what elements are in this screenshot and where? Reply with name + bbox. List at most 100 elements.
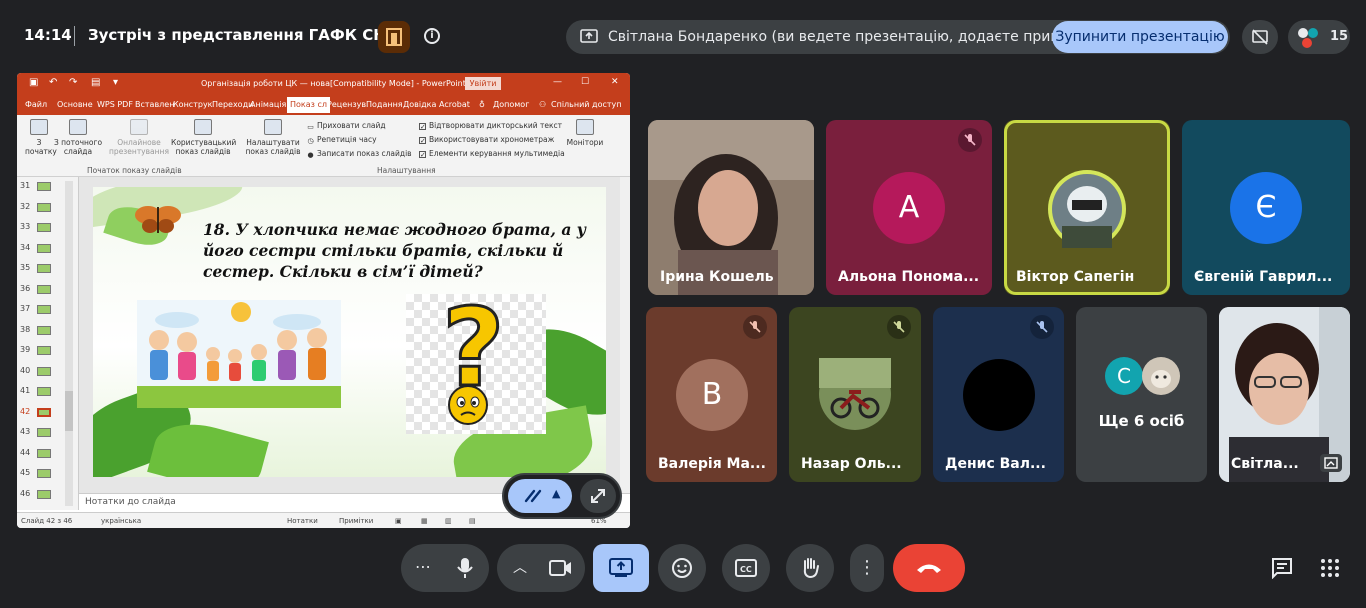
- hide-slide-button[interactable]: ▭ Приховати слайд: [307, 121, 385, 131]
- participant-tile[interactable]: Є Євгеній Гаврил...: [1182, 120, 1350, 295]
- slide-thumbnail[interactable]: [37, 469, 51, 478]
- slide-thumbnail[interactable]: [37, 305, 51, 314]
- from-beginning-button[interactable]: З початку: [25, 119, 57, 156]
- picture-in-picture-icon[interactable]: [1320, 454, 1342, 472]
- undo-icon[interactable]: ↶: [49, 77, 57, 88]
- participants-button[interactable]: 15: [1288, 20, 1350, 54]
- play-narrations-checkbox[interactable]: ✓ Відтворювати дикторський текст: [419, 121, 562, 131]
- sorter-view-icon[interactable]: ▦: [421, 517, 428, 525]
- participant-tile[interactable]: А Альона Пономa...: [826, 120, 992, 295]
- raise-hand-button[interactable]: [786, 544, 834, 592]
- tab-design[interactable]: Конструк: [173, 100, 213, 109]
- save-icon[interactable]: ▣: [29, 77, 38, 88]
- minimize-icon[interactable]: —: [553, 77, 562, 87]
- tab-share[interactable]: Спільний доступ: [551, 100, 622, 109]
- slide-thumbnail[interactable]: [37, 223, 51, 232]
- tab-slide-show[interactable]: Показ сл: [287, 97, 330, 113]
- close-icon[interactable]: ✕: [611, 77, 619, 87]
- reactions-button[interactable]: [658, 544, 706, 592]
- apps-grid-icon[interactable]: [1316, 554, 1344, 582]
- captions-button[interactable]: CC: [722, 544, 770, 592]
- maximize-icon[interactable]: ☐: [581, 77, 589, 87]
- login-button[interactable]: Увійти: [465, 77, 501, 90]
- more-participants-tile[interactable]: С Ще 6 осіб: [1076, 307, 1207, 482]
- info-icon[interactable]: i: [424, 28, 440, 44]
- tab-transitions[interactable]: Переходи: [212, 100, 253, 109]
- camera-icon[interactable]: [549, 558, 573, 578]
- shared-powerpoint-window[interactable]: ▣ ↶ ↷ ▤ ▾ Організація роботи ЦК — нова[C…: [17, 73, 630, 528]
- closed-captions-icon: CC: [735, 559, 757, 577]
- slide-thumbnail[interactable]: [37, 448, 51, 458]
- present-icon[interactable]: ▤: [91, 77, 100, 88]
- mic-off-icon: [958, 128, 982, 152]
- chevron-up-icon[interactable]: ︿: [513, 557, 527, 577]
- slide-thumbnail[interactable]: [37, 182, 51, 191]
- more-options-button[interactable]: ⋮: [850, 544, 884, 592]
- participant-name: Ірина Кошель: [660, 269, 774, 285]
- tab-home[interactable]: Основне: [57, 100, 93, 109]
- normal-view-icon[interactable]: ▣: [395, 517, 402, 525]
- present-screen-icon: [609, 558, 633, 577]
- slide-thumbnail[interactable]: [37, 284, 51, 294]
- participant-tile[interactable]: В Валерія Ма...: [646, 307, 777, 482]
- slide-thumbnail[interactable]: [37, 489, 51, 499]
- tab-review[interactable]: Рецензув: [327, 100, 366, 109]
- redo-icon[interactable]: ↷: [69, 77, 77, 88]
- monitors-button[interactable]: Монітори: [565, 119, 605, 147]
- expand-presentation-button[interactable]: [580, 479, 616, 513]
- record-slide-show-button[interactable]: ● Записати показ слайдів: [307, 149, 411, 159]
- comments-toggle[interactable]: Примітки: [339, 517, 373, 525]
- annotation-tool-button[interactable]: ▲: [508, 479, 572, 513]
- customize-icon[interactable]: ▾: [113, 77, 118, 88]
- scrollbar-handle[interactable]: [65, 391, 73, 431]
- tab-acrobat[interactable]: Acrobat: [439, 100, 470, 109]
- avatar: В: [676, 359, 748, 431]
- notes-toggle[interactable]: Нотатки: [287, 517, 318, 525]
- avatar: [963, 359, 1035, 431]
- from-current-slide-button[interactable]: З поточного слайда: [53, 119, 103, 156]
- slide-thumbnail[interactable]: [37, 407, 51, 417]
- slide-editor[interactable]: 18. У хлопчика немає жодного брата, а у …: [79, 177, 630, 493]
- rehearse-timings-button[interactable]: ◷ Репетиція часу: [307, 135, 376, 145]
- tab-animations[interactable]: Анімація: [250, 100, 286, 109]
- present-online-button[interactable]: Онлайнове презентування: [107, 119, 171, 156]
- current-slide[interactable]: 18. У хлопчика немає жодного брата, а у …: [93, 187, 606, 477]
- chat-icon[interactable]: [1268, 554, 1296, 582]
- thumbnails-scrollbar[interactable]: [65, 181, 73, 506]
- present-now-button[interactable]: [593, 544, 649, 592]
- slide-thumbnail[interactable]: [37, 346, 51, 355]
- leave-call-button[interactable]: [893, 544, 965, 592]
- tab-help[interactable]: Довідка: [403, 100, 436, 109]
- hand-off-icon[interactable]: [1242, 20, 1278, 54]
- slide-thumbnail-number: 32: [20, 201, 31, 211]
- stop-presenting-button[interactable]: Зупинити презентацію: [1052, 21, 1228, 53]
- participant-tile[interactable]: Ірина Кошель: [648, 120, 814, 295]
- tab-insert[interactable]: Вставлен: [135, 100, 174, 109]
- slide-thumbnails: 31 32 33 34 35 36 37 38 39 40 41 42 43 44 45 46: [17, 177, 79, 510]
- slide-thumbnail[interactable]: [37, 387, 51, 396]
- setup-slide-show-button[interactable]: Налаштувати показ слайдів: [243, 119, 303, 156]
- custom-slide-show-button[interactable]: Користувацький показ слайдів: [171, 119, 236, 156]
- slideshow-view-icon[interactable]: ▤: [469, 517, 476, 525]
- participant-tile[interactable]: Віктор Сапегін: [1004, 120, 1170, 295]
- slide-thumbnail[interactable]: [37, 202, 51, 212]
- more-audio-options-icon[interactable]: ⋯: [415, 557, 431, 576]
- slide-thumbnail[interactable]: [37, 325, 51, 335]
- tab-tell-me[interactable]: Допомог: [493, 100, 529, 109]
- slide-thumbnail[interactable]: [37, 243, 51, 253]
- media-controls-checkbox[interactable]: ✓ Елементи керування мультимедіа: [419, 149, 565, 159]
- reading-view-icon[interactable]: ▥: [445, 517, 452, 525]
- slide-thumbnail[interactable]: [37, 428, 51, 437]
- participant-tile[interactable]: Назар Оль...: [789, 307, 921, 482]
- use-timings-checkbox[interactable]: ✓ Використовувати хронометраж: [419, 135, 554, 145]
- slide-thumbnail[interactable]: [37, 264, 51, 273]
- slide-thumbnail[interactable]: [37, 366, 51, 376]
- language-indicator[interactable]: українська: [101, 517, 141, 525]
- tab-wps-pdf[interactable]: WPS PDF: [97, 100, 133, 109]
- tab-file[interactable]: Файл: [25, 100, 47, 109]
- editor-scrollbar[interactable]: [620, 177, 630, 493]
- mic-icon[interactable]: [455, 556, 475, 580]
- self-view-tile[interactable]: Світла...: [1219, 307, 1350, 482]
- tab-view[interactable]: Подання: [366, 100, 403, 109]
- participant-tile[interactable]: Денис Вал...: [933, 307, 1064, 482]
